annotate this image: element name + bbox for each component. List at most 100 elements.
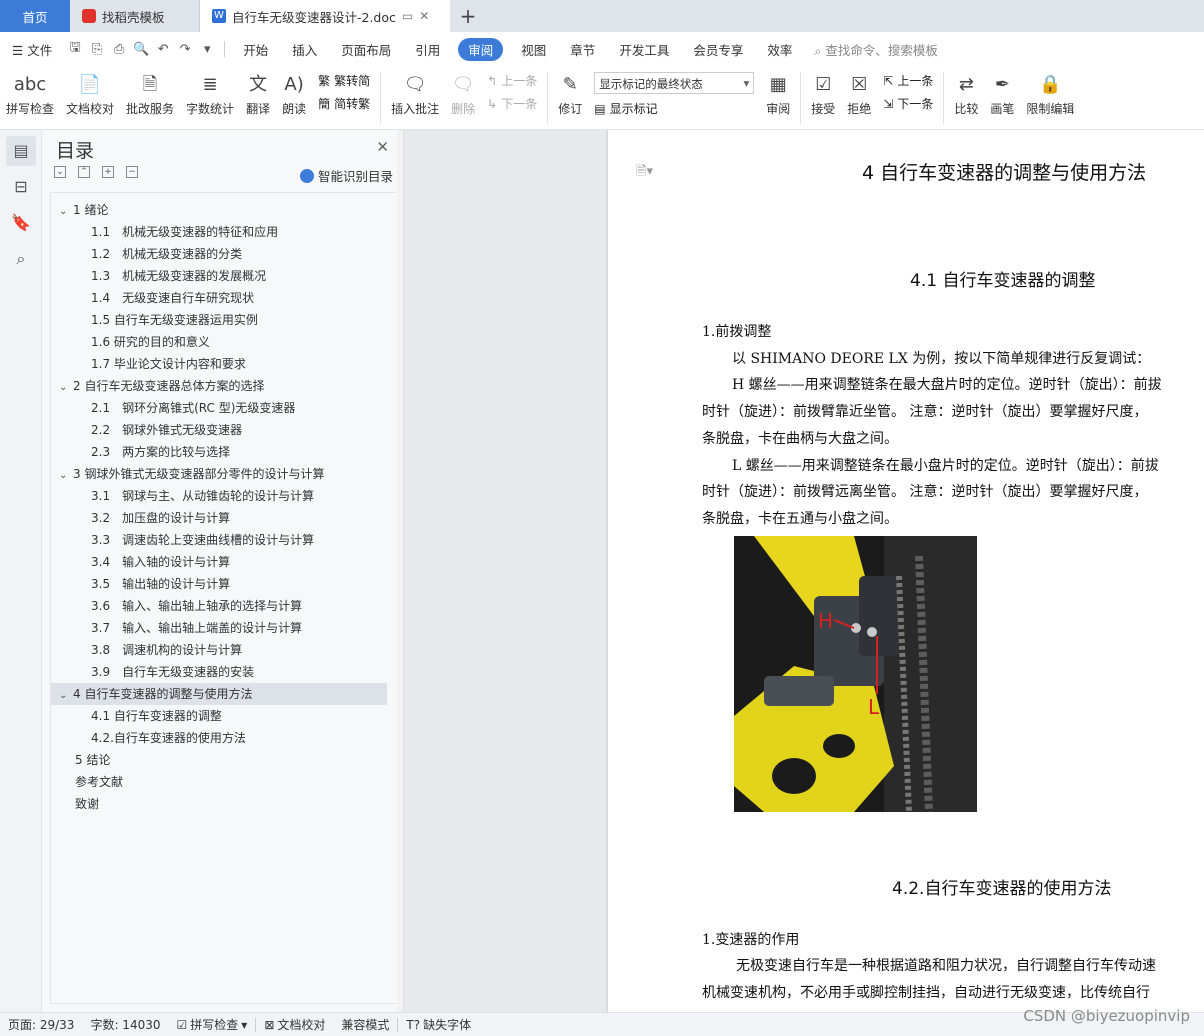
prev-comment-button[interactable]: ↰ 上一条 <box>487 72 537 89</box>
toc-item[interactable]: 参考文献 <box>51 771 397 793</box>
wordcount-button[interactable]: ≣ 字数统计 <box>180 66 240 117</box>
command-search[interactable]: ⌕ 查找命令、搜索模板 <box>804 40 950 59</box>
toc-item[interactable]: 1.4 无级变速自行车研究现状 <box>51 287 397 309</box>
toc-item[interactable]: 致谢 <box>51 793 397 815</box>
toc-item[interactable]: 3.2 加压盘的设计与计算 <box>51 507 397 529</box>
save-icon[interactable]: 🖫 <box>64 38 86 60</box>
redo-icon[interactable]: ↷ <box>174 42 196 57</box>
toc-item[interactable]: ⌄ 2 自行车无级变速器总体方案的选择 <box>51 375 397 397</box>
toc-item[interactable]: 4.2.自行车变速器的使用方法 <box>51 727 397 749</box>
read-aloud-button[interactable]: A) 朗读 <box>276 66 312 117</box>
chevron-down-icon[interactable]: ⌄ <box>59 465 73 485</box>
document-page[interactable]: 🗎▾ 4 自行车变速器的调整与使用方法 4.1 自行车变速器的调整 1.前拨调整… <box>608 130 1204 1012</box>
pin-icon[interactable]: ▭ <box>402 9 413 23</box>
new-tab-button[interactable]: + <box>450 0 486 32</box>
tab-document[interactable]: W 自行车无级变速器设计-2.doc ▭ ✕ <box>200 0 450 32</box>
close-icon[interactable]: ✕ <box>376 138 389 156</box>
menu-review[interactable]: 审阅 <box>458 37 504 61</box>
menu-insert[interactable]: 插入 <box>280 40 329 59</box>
doccheck-status[interactable]: ⊠ 文档校对 <box>256 1016 333 1033</box>
chevron-down-icon[interactable]: ⌄ <box>59 685 73 705</box>
toc-item[interactable]: 1.6 研究的目的和意义 <box>51 331 397 353</box>
toc-item[interactable]: 3.5 输出轴的设计与计算 <box>51 573 397 595</box>
menu-chapter[interactable]: 章节 <box>558 40 607 59</box>
menu-efficiency[interactable]: 效率 <box>755 40 804 59</box>
page-menu-icon[interactable]: 🗎▾ <box>636 162 653 184</box>
print-icon[interactable]: ⎙ <box>108 42 130 57</box>
pen-button[interactable]: ✒ 画笔 <box>984 66 1020 117</box>
toc-item[interactable]: ⌄ 1 绪论 <box>51 199 397 221</box>
close-icon[interactable]: ✕ <box>419 9 429 23</box>
toc-icon[interactable]: ▤ <box>6 136 36 166</box>
simp-to-trad-button[interactable]: 簡简转繁 <box>318 95 370 112</box>
search-icon[interactable]: ⌕ <box>6 244 36 274</box>
page-indicator[interactable]: 页面: 29/33 <box>0 1016 82 1033</box>
batch-service-button[interactable]: 🗎 批改服务 <box>120 66 180 117</box>
toc-item-label: 1.7 毕业论文设计内容和要求 <box>91 357 246 371</box>
menu-start[interactable]: 开始 <box>231 40 280 59</box>
missing-font-status[interactable]: T? 缺失字体 <box>398 1016 479 1033</box>
toc-item[interactable]: 2.1 钢环分离锥式(RC 型)无级变速器 <box>51 397 397 419</box>
next-comment-button[interactable]: ↳ 下一条 <box>487 95 537 112</box>
undo-icon[interactable]: ↶ <box>152 42 174 57</box>
toc-item[interactable]: 3.7 输入、输出轴上端盖的设计与计算 <box>51 617 397 639</box>
word-count[interactable]: 字数: 14030 <box>82 1016 168 1033</box>
chevron-down-icon[interactable]: ⌄ <box>59 377 73 397</box>
print-preview-icon[interactable]: 🔍 <box>130 42 152 57</box>
compare-button[interactable]: ⇄ 比较 <box>948 66 984 117</box>
toc-item[interactable]: 5 结论 <box>51 749 397 771</box>
translate-button[interactable]: 文翻译 <box>240 66 276 117</box>
toc-item[interactable]: 3.9 自行车无级变速器的安装 <box>51 661 397 683</box>
file-menu[interactable]: ☰ 文件 <box>0 40 64 59</box>
restrict-edit-button[interactable]: 🔒 限制编辑 <box>1020 66 1080 117</box>
menu-layout[interactable]: 页面布局 <box>329 40 403 59</box>
derailleur-photo[interactable]: H L <box>734 536 977 812</box>
more-quick-icon[interactable]: ▾ <box>196 42 218 57</box>
delete-comment-button[interactable]: 🗨 删除 <box>445 66 481 117</box>
next-revision-button[interactable]: ⇲ 下一条 <box>883 95 933 112</box>
menu-devtools[interactable]: 开发工具 <box>607 40 681 59</box>
prev-revision-button[interactable]: ⇱ 上一条 <box>883 72 933 89</box>
toc-item[interactable]: 1.5 自行车无级变速器运用实例 <box>51 309 397 331</box>
accept-button[interactable]: ☑ 接受 <box>805 66 841 117</box>
reject-button[interactable]: ☒ 拒绝 <box>841 66 877 117</box>
show-markup-button[interactable]: ▤ 显示标记 <box>594 100 754 117</box>
toc-item[interactable]: 2.3 两方案的比较与选择 <box>51 441 397 463</box>
toc-item[interactable]: 2.2 钢球外锥式无级变速器 <box>51 419 397 441</box>
toc-item[interactable]: 1.1 机械无级变速器的特征和应用 <box>51 221 397 243</box>
tab-home[interactable]: 首页 <box>0 0 70 32</box>
toc-item[interactable]: ⌄ 3 钢球外锥式无级变速器部分零件的设计与计算 <box>51 463 397 485</box>
toc-item[interactable]: 3.8 调速机构的设计与计算 <box>51 639 397 661</box>
spellcheck-button[interactable]: abc 拼写检查 <box>0 66 60 117</box>
chevron-down-icon[interactable]: ⌄ <box>59 201 73 221</box>
toc-item[interactable]: ⌄ 4 自行车变速器的调整与使用方法 <box>51 683 387 705</box>
expand-all-icon[interactable]: ⌄ <box>54 166 66 178</box>
markup-state-select[interactable]: 显示标记的最终状态 <box>594 72 755 94</box>
doccheck-button[interactable]: 📄 文档校对 <box>60 66 120 117</box>
toc-item[interactable]: 1.7 毕业论文设计内容和要求 <box>51 353 397 375</box>
toc-item[interactable]: 3.4 输入轴的设计与计算 <box>51 551 397 573</box>
toc-scrollbar[interactable] <box>397 130 403 1012</box>
revise-button[interactable]: ✎ 修订 <box>552 66 588 117</box>
toc-item[interactable]: 3.3 调速齿轮上变速曲线槽的设计与计算 <box>51 529 397 551</box>
remove-heading-icon[interactable]: − <box>126 166 138 178</box>
chapter-icon[interactable]: ⊟ <box>6 172 36 202</box>
collapse-all-icon[interactable]: ⌃ <box>78 166 90 178</box>
trad-to-simp-button[interactable]: 繁繁转简 <box>318 72 370 89</box>
add-heading-icon[interactable]: + <box>102 166 114 178</box>
bookmark-icon[interactable]: 🔖 <box>6 208 36 238</box>
menu-member[interactable]: 会员专享 <box>681 40 755 59</box>
smart-toc-button[interactable]: 智能识别目录 <box>299 166 393 185</box>
tab-template[interactable]: 找稻壳模板 <box>70 0 200 32</box>
review-pane-button[interactable]: ▦ 审阅 <box>760 66 796 117</box>
export-icon[interactable]: ⎘ <box>86 42 108 57</box>
toc-item[interactable]: 4.1 自行车变速器的调整 <box>51 705 397 727</box>
toc-item[interactable]: 1.2 机械无级变速器的分类 <box>51 243 397 265</box>
toc-item[interactable]: 3.6 输入、输出轴上轴承的选择与计算 <box>51 595 397 617</box>
toc-item[interactable]: 3.1 钢球与主、从动锥齿轮的设计与计算 <box>51 485 397 507</box>
menu-view[interactable]: 视图 <box>509 40 558 59</box>
menu-references[interactable]: 引用 <box>403 40 452 59</box>
insert-comment-button[interactable]: 🗨 插入批注 <box>385 66 445 117</box>
spellcheck-status[interactable]: ☑ 拼写检查 ▾ <box>169 1016 256 1033</box>
toc-item[interactable]: 1.3 机械无级变速器的发展概况 <box>51 265 397 287</box>
